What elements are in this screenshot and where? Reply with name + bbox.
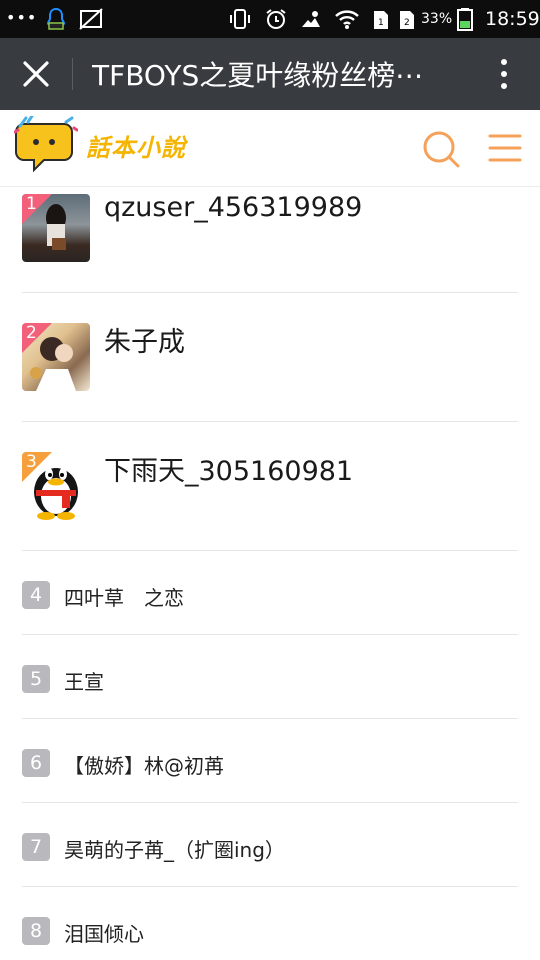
rank-badge: 6 xyxy=(22,749,50,777)
list-item[interactable]: 7 昊萌的子苒_（扩圈ing） xyxy=(22,802,518,887)
battery-icon xyxy=(457,8,473,31)
avatar: 3 xyxy=(22,452,90,520)
qq-icon xyxy=(46,7,66,30)
sim2-icon: 2 xyxy=(400,11,414,29)
cloud-icon xyxy=(302,11,320,27)
list-item[interactable]: 6 【傲娇】林@初苒 xyxy=(22,718,518,803)
user-name: 泪国倾心 xyxy=(64,922,144,946)
rank-number: 1 xyxy=(26,194,37,214)
user-name: 昊萌的子苒_（扩圈ing） xyxy=(64,838,285,862)
status-bar: ••• 1 2 33% 18:59 xyxy=(0,0,540,38)
user-name: qzuser_456319989 xyxy=(104,192,363,223)
rank-number: 2 xyxy=(26,323,37,343)
list-item[interactable]: 2 朱子成 xyxy=(22,292,518,422)
svg-text:2: 2 xyxy=(404,18,410,28)
rank-badge: 4 xyxy=(22,581,50,609)
list-item[interactable]: 4 四叶草 之恋 xyxy=(22,550,518,635)
logo[interactable]: 話本小說 xyxy=(13,114,194,178)
list-item[interactable]: 3 下雨天_305160981 xyxy=(22,421,518,551)
avatar: 1 xyxy=(22,194,90,262)
close-icon[interactable] xyxy=(16,56,56,92)
list-item[interactable]: 8 泪国倾心 xyxy=(22,886,518,960)
svg-text:1: 1 xyxy=(378,18,384,28)
more-vert-icon[interactable] xyxy=(494,56,514,92)
list-item[interactable]: 1 qzuser_456319989 xyxy=(22,186,518,293)
menu-icon[interactable] xyxy=(488,130,522,166)
logo-text: 話本小說 xyxy=(86,134,186,162)
list-item[interactable]: 5 王宣 xyxy=(22,634,518,719)
battery-percent: 33% xyxy=(421,11,453,27)
page-title: TFBOYS之夏叶缘粉丝榜⋯ xyxy=(92,59,424,92)
avatar: 2 xyxy=(22,323,90,391)
rank-badge: 8 xyxy=(22,917,50,945)
rank-badge: 5 xyxy=(22,665,50,693)
user-name: 朱子成 xyxy=(104,327,185,358)
rank-number: 3 xyxy=(26,452,37,472)
sim1-icon: 1 xyxy=(374,11,388,29)
clock: 18:59 xyxy=(485,8,540,30)
vibrate-icon xyxy=(230,9,250,29)
chat-bubble-logo-icon xyxy=(13,114,79,173)
more-dots-icon: ••• xyxy=(6,8,38,27)
user-name: 【傲娇】林@初苒 xyxy=(64,754,224,778)
user-name: 四叶草 之恋 xyxy=(64,586,184,610)
rank-badge: 7 xyxy=(22,833,50,861)
app-header: 話本小說 xyxy=(0,110,540,187)
wifi-icon xyxy=(335,10,359,29)
user-name: 下雨天_305160981 xyxy=(104,456,354,487)
user-name: 王宣 xyxy=(64,670,104,694)
title-separator xyxy=(72,58,73,90)
search-icon[interactable] xyxy=(420,128,462,170)
title-bar: TFBOYS之夏叶缘粉丝榜⋯ xyxy=(0,38,540,110)
no-image-icon xyxy=(79,8,103,30)
alarm-icon xyxy=(266,9,286,29)
